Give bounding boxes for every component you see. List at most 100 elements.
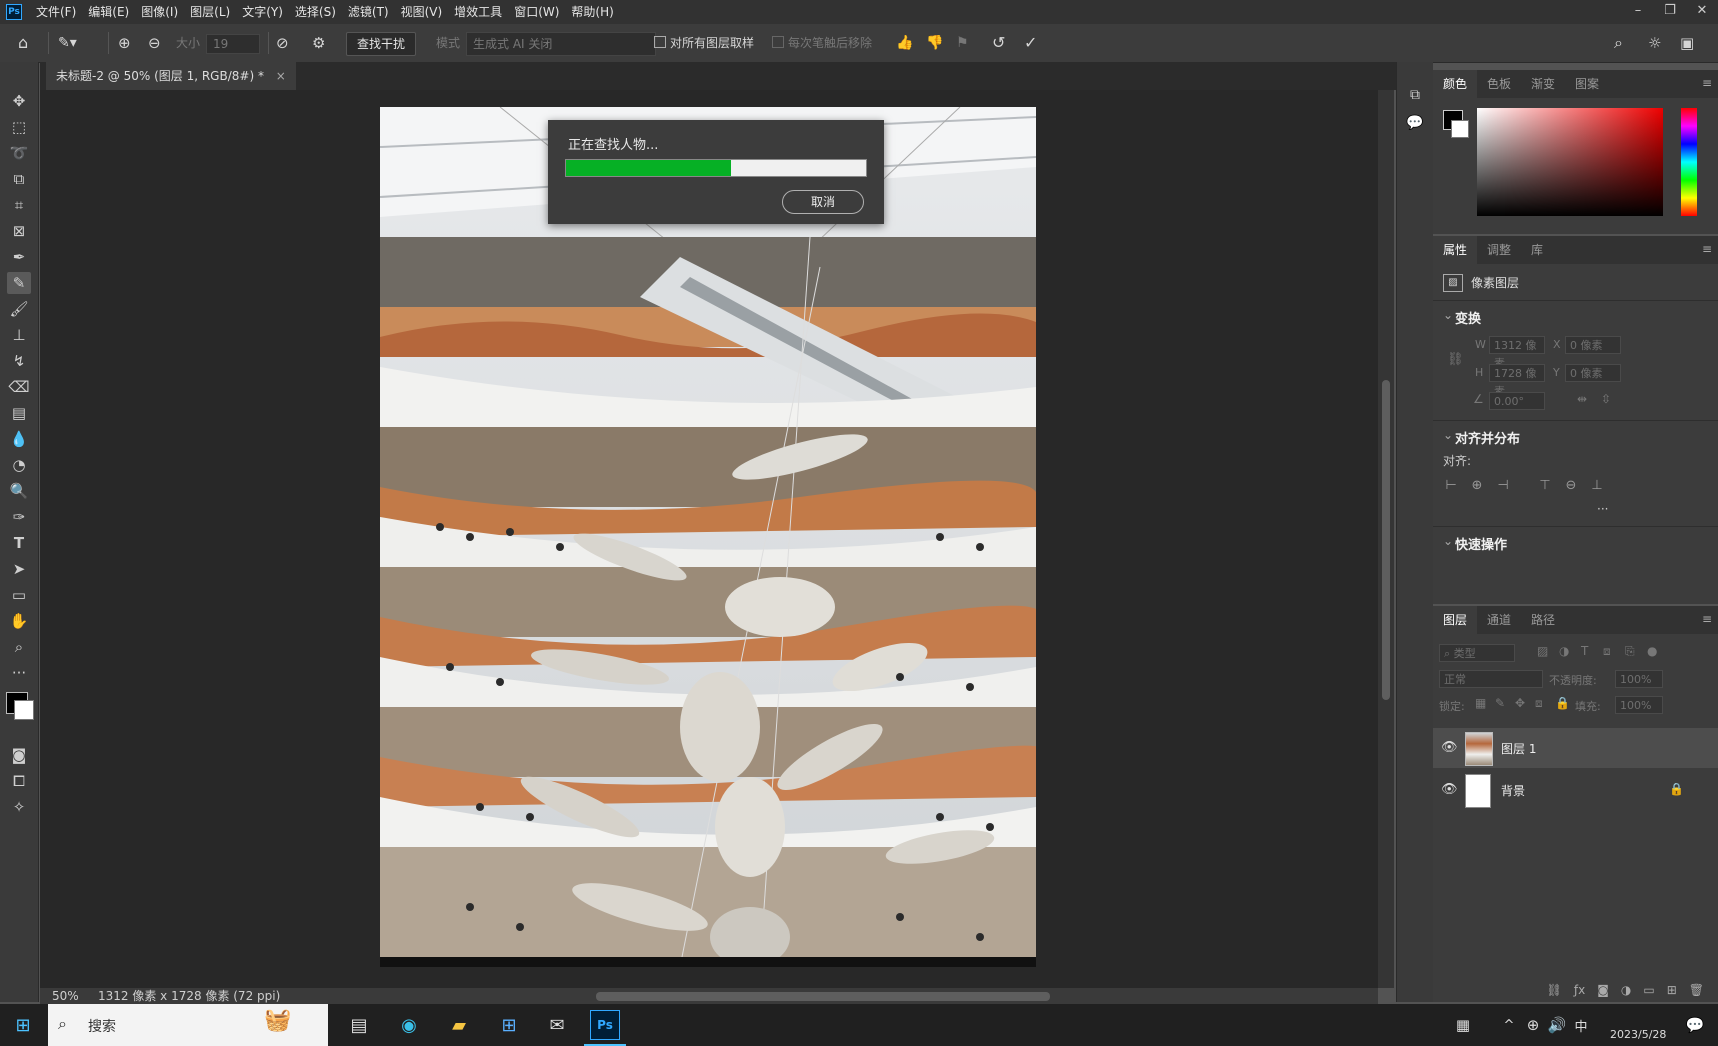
menu-view[interactable]: 视图(V) xyxy=(395,0,449,24)
menu-layer[interactable]: 图层(L) xyxy=(184,0,236,24)
eye-icon[interactable]: 👁 xyxy=(1441,782,1458,797)
link-layers-icon[interactable]: ⛓ xyxy=(1547,978,1562,1002)
thumbs-up-icon[interactable]: 👍 xyxy=(896,32,913,54)
blur-tool-icon[interactable]: 💧 xyxy=(7,428,31,450)
rectangle-tool-icon[interactable]: ▭ xyxy=(7,584,31,606)
tab-properties[interactable]: 属性 xyxy=(1433,236,1478,264)
flip-vertical-icon[interactable]: ⇳ xyxy=(1601,392,1611,406)
file-explorer-icon[interactable]: ▰ xyxy=(444,1010,474,1040)
layer-row[interactable]: 👁 图层 1 xyxy=(1433,728,1718,768)
size-input[interactable]: 19 xyxy=(206,34,260,54)
document-tab[interactable]: 未标题-2 @ 50% (图层 1, RGB/8#) * × xyxy=(46,62,296,90)
filter-pixel-icon[interactable]: ▨ xyxy=(1537,644,1548,658)
home-icon[interactable]: ⌂ xyxy=(18,32,28,54)
cancel-button[interactable]: 取消 xyxy=(782,190,864,214)
marquee-tool-icon[interactable]: ⬚ xyxy=(7,116,31,138)
zoom-tool-icon[interactable]: ⌕ xyxy=(7,636,31,658)
tab-patterns[interactable]: 图案 xyxy=(1565,70,1609,98)
lock-transparency-icon[interactable]: ▦ xyxy=(1475,696,1486,710)
new-layer-icon[interactable]: ⊞ xyxy=(1667,978,1677,1002)
flip-horizontal-icon[interactable]: ⇹ xyxy=(1577,392,1587,406)
clock-date[interactable]: 2023/5/28 xyxy=(1610,1028,1666,1041)
eyedropper-tool-icon[interactable]: ✒ xyxy=(7,246,31,268)
mode-select[interactable]: 生成式 AI 关闭 xyxy=(466,32,656,56)
commit-check-icon[interactable]: ✓ xyxy=(1024,32,1037,54)
windows-start-icon[interactable]: ⊞ xyxy=(8,1010,38,1040)
align-bottom-icon[interactable]: ⊥ xyxy=(1589,478,1605,494)
height-field[interactable]: 1728 像素 xyxy=(1489,364,1545,398)
bg-color-chip[interactable] xyxy=(1451,120,1469,138)
pressure-icon[interactable]: ⊘ xyxy=(276,32,289,54)
close-tab-icon[interactable]: × xyxy=(276,69,286,83)
frame-tool-icon[interactable]: ⊠ xyxy=(7,220,31,242)
eye-icon[interactable]: 👁 xyxy=(1441,740,1458,755)
width-field[interactable]: 1312 像素 xyxy=(1489,336,1545,370)
tab-gradients[interactable]: 渐变 xyxy=(1521,70,1565,98)
more-options-icon[interactable]: ··· xyxy=(1597,502,1608,516)
filter-adjustment-icon[interactable]: ◑ xyxy=(1559,644,1569,658)
chevron-down-icon[interactable]: ⌄ xyxy=(1443,534,1453,548)
remove-after-checkbox[interactable]: 每次笔触后移除 xyxy=(772,32,872,54)
panel-menu-icon[interactable]: ≡ xyxy=(1702,242,1712,256)
notification-widget-icon[interactable]: ▦ xyxy=(1448,1010,1478,1040)
history-brush-tool-icon[interactable]: ↯ xyxy=(7,350,31,372)
tab-paths[interactable]: 路径 xyxy=(1521,606,1565,634)
action-center-icon[interactable]: 💬 xyxy=(1680,1010,1710,1040)
tab-libraries[interactable]: 库 xyxy=(1521,236,1553,264)
lock-artboard-icon[interactable]: ⧈ xyxy=(1535,696,1543,711)
adjustment-layer-icon[interactable]: ◑ xyxy=(1621,978,1631,1002)
layer-filter-select[interactable]: ⌕ 类型 xyxy=(1439,644,1515,662)
tab-layers[interactable]: 图层 xyxy=(1433,606,1478,634)
filter-shape-icon[interactable]: ⧈ xyxy=(1603,644,1611,659)
restore-icon[interactable]: ❐ xyxy=(1654,0,1686,24)
chevron-down-icon[interactable]: ⌄ xyxy=(1443,308,1453,322)
sample-all-checkbox[interactable]: 对所有图层取样 xyxy=(654,32,754,54)
add-mode-icon[interactable]: ⊕ xyxy=(118,32,131,54)
angle-field[interactable]: 0.00° xyxy=(1489,392,1545,410)
align-left-icon[interactable]: ⊢ xyxy=(1443,478,1459,494)
menu-plugins[interactable]: 增效工具 xyxy=(448,0,508,24)
type-tool-icon[interactable]: T xyxy=(7,532,31,554)
gear-icon[interactable]: ⚙ xyxy=(312,32,325,54)
quick-mask-icon[interactable]: ◙ xyxy=(7,744,31,766)
menu-help[interactable]: 帮助(H) xyxy=(565,0,619,24)
x-field[interactable]: 0 像素 xyxy=(1565,336,1621,354)
align-top-icon[interactable]: ⊤ xyxy=(1537,478,1553,494)
opacity-field[interactable]: 100% xyxy=(1615,670,1663,688)
store-icon[interactable]: ⊞ xyxy=(494,1010,524,1040)
generative-icon[interactable]: ✧ xyxy=(7,796,31,818)
menu-select[interactable]: 选择(S) xyxy=(289,0,342,24)
comments-panel-icon[interactable]: 💬 xyxy=(1403,112,1427,134)
panel-menu-icon[interactable]: ≡ xyxy=(1702,612,1712,626)
trash-icon[interactable]: 🗑 xyxy=(1689,978,1704,1002)
more-tools-icon[interactable]: ··· xyxy=(7,662,31,684)
minimize-icon[interactable]: – xyxy=(1622,0,1654,24)
gradient-tool-icon[interactable]: ▤ xyxy=(7,402,31,424)
remove-tool-icon[interactable]: ✎ xyxy=(7,272,31,294)
horizontal-scroll-thumb[interactable] xyxy=(596,992,1050,1001)
menu-edit[interactable]: 编辑(E) xyxy=(82,0,135,24)
link-icon[interactable]: ⛓ xyxy=(1447,352,1464,367)
y-field[interactable]: 0 像素 xyxy=(1565,364,1621,382)
pen-tool-icon[interactable]: ✑ xyxy=(7,506,31,528)
align-vcenter-icon[interactable]: ⊖ xyxy=(1563,478,1579,494)
fx-icon[interactable]: ƒx xyxy=(1574,978,1585,1002)
mail-icon[interactable]: ✉ xyxy=(542,1010,572,1040)
filter-type-icon[interactable]: T xyxy=(1581,644,1588,658)
ime-indicator[interactable]: 中 xyxy=(1566,1010,1596,1040)
edge-browser-icon[interactable]: ◉ xyxy=(394,1010,424,1040)
align-right-icon[interactable]: ⊣ xyxy=(1495,478,1511,494)
tab-color[interactable]: 颜色 xyxy=(1433,70,1478,98)
hand-tool-icon[interactable]: ✋ xyxy=(7,610,31,632)
screen-mode-icon[interactable]: ⧠ xyxy=(7,770,31,792)
menu-filter[interactable]: 滤镜(T) xyxy=(342,0,395,24)
search-icon[interactable]: ⌕ xyxy=(1614,32,1623,54)
learn-light-icon[interactable]: ☼ xyxy=(1648,32,1661,54)
align-hcenter-icon[interactable]: ⊕ xyxy=(1469,478,1485,494)
filter-smart-icon[interactable]: ⎘ xyxy=(1625,644,1635,659)
hue-slider[interactable] xyxy=(1681,108,1697,216)
path-select-tool-icon[interactable]: ➤ xyxy=(7,558,31,580)
eraser-tool-icon[interactable]: ⌫ xyxy=(7,376,31,398)
document-image[interactable] xyxy=(380,107,1036,967)
add-mask-icon[interactable]: ◙ xyxy=(1597,978,1609,1002)
